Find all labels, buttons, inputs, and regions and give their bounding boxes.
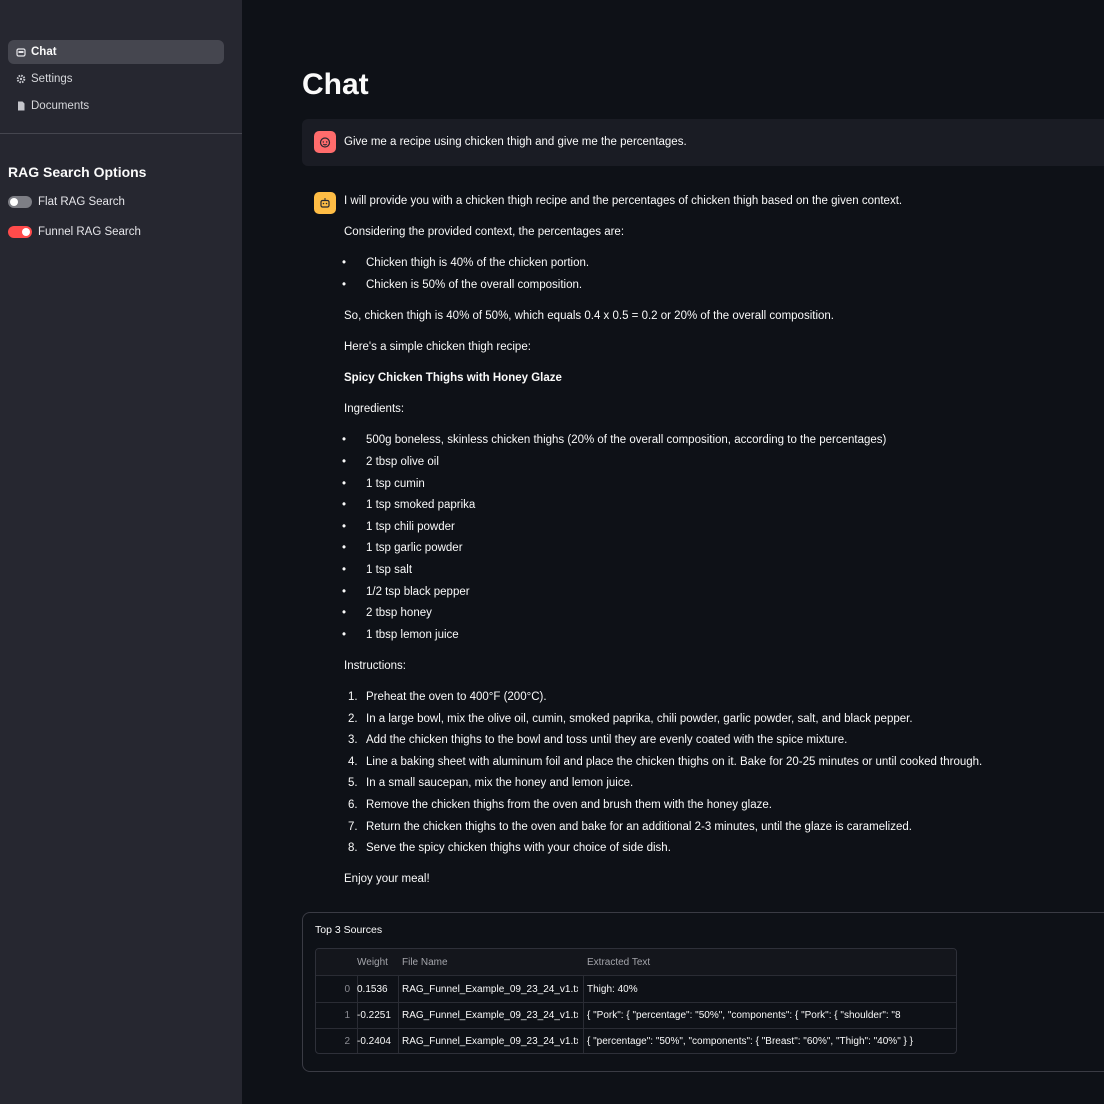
column-header-text[interactable]: Extracted Text [587, 957, 956, 968]
table-row[interactable]: 0 0.1536 RAG_Funnel_Example_09_23_24_v1.… [316, 976, 956, 1003]
sources-title: Top 3 Sources [315, 924, 383, 936]
sidebar-item-chat[interactable]: Chat [8, 40, 224, 64]
column-header-file[interactable]: File Name [402, 957, 578, 968]
sidebar-item-label: Chat [31, 46, 57, 58]
column-header-weight[interactable]: Weight [357, 957, 393, 968]
flat-rag-label: Flat RAG Search [38, 196, 125, 208]
funnel-rag-toggle-row[interactable]: Funnel RAG Search [8, 226, 141, 238]
assistant-calculation: So, chicken thigh is 40% of 50%, which e… [344, 310, 834, 322]
assistant-considering: Considering the provided context, the pe… [344, 226, 625, 238]
sources-panel: Top 3 Sources Weight File Name Extracted… [302, 912, 1104, 1072]
document-icon [16, 101, 26, 111]
sidebar-item-label: Settings [31, 73, 73, 85]
assistant-intro: I will provide you with a chicken thigh … [344, 195, 903, 207]
sidebar-item-documents[interactable]: Documents [8, 94, 224, 118]
sidebar: Chat Settings Documents RAG Search Optio… [0, 0, 242, 1104]
sidebar-divider [0, 133, 242, 134]
user-message-text: Give me a recipe using chicken thigh and… [344, 136, 687, 148]
page-title: Chat [302, 68, 369, 101]
ingredients-label: Ingredients: [344, 403, 405, 415]
chat-bot-icon [16, 47, 26, 57]
rag-options-heading: RAG Search Options [8, 164, 147, 180]
flat-rag-toggle[interactable] [8, 196, 32, 208]
user-message: Give me a recipe using chicken thigh and… [302, 119, 1104, 166]
table-row[interactable]: 1 -0.2251 RAG_Funnel_Example_09_23_24_v1… [316, 1002, 956, 1029]
table-row[interactable]: 2 -0.2404 RAG_Funnel_Example_09_23_24_v1… [316, 1028, 956, 1053]
recipe-name: Spicy Chicken Thighs with Honey Glaze [344, 372, 562, 384]
gear-icon [16, 74, 26, 84]
flat-rag-toggle-row[interactable]: Flat RAG Search [8, 196, 125, 208]
table-header: Weight File Name Extracted Text [316, 949, 956, 976]
instructions-label: Instructions: [344, 660, 406, 672]
funnel-rag-label: Funnel RAG Search [38, 226, 141, 238]
assistant-closing: Enjoy your meal! [344, 873, 430, 885]
sidebar-nav: Chat Settings Documents [8, 40, 224, 121]
sources-table[interactable]: Weight File Name Extracted Text 0 0.1536… [315, 948, 957, 1054]
user-avatar-icon [314, 131, 336, 153]
funnel-rag-toggle[interactable] [8, 226, 32, 238]
recipe-intro: Here's a simple chicken thigh recipe: [344, 341, 531, 353]
sidebar-item-settings[interactable]: Settings [8, 67, 224, 91]
sidebar-item-label: Documents [31, 100, 90, 112]
assistant-avatar-icon [314, 192, 336, 214]
